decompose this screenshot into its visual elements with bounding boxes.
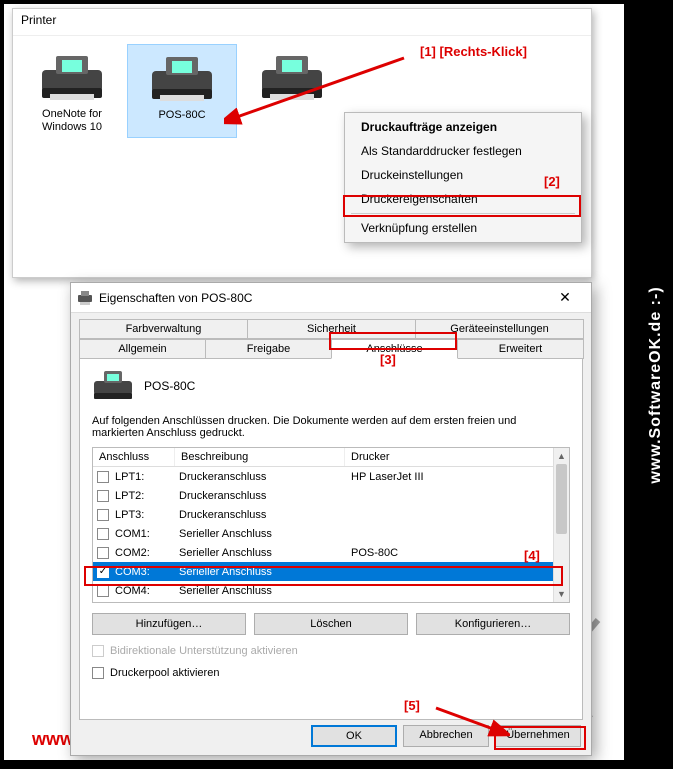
dialog-title: Eigenschaften von POS-80C xyxy=(99,291,545,305)
port-desc: Druckeranschluss xyxy=(179,509,351,521)
printer-name-text: POS-80C xyxy=(144,379,195,393)
menu-show-jobs[interactable]: Druckaufträge anzeigen xyxy=(347,115,579,139)
cancel-button[interactable]: Abbrechen xyxy=(403,725,489,747)
port-name: LPT3: xyxy=(115,509,179,521)
menu-separator xyxy=(351,213,575,214)
port-checkbox[interactable] xyxy=(97,471,109,483)
delete-port-button[interactable]: Löschen xyxy=(254,613,408,635)
port-name: LPT1: xyxy=(115,471,179,483)
port-desc: Druckeranschluss xyxy=(179,490,351,502)
properties-dialog: Eigenschaften von POS-80C ✕ Farbverwaltu… xyxy=(70,282,592,756)
port-name: LPT2: xyxy=(115,490,179,502)
port-desc: Serieller Anschluss xyxy=(179,547,351,559)
col-port[interactable]: Anschluss xyxy=(93,448,175,466)
port-printer: HP LaserJet III xyxy=(351,471,569,483)
printer-item-pos80c[interactable]: POS-80C xyxy=(127,44,237,138)
printer-item-generic[interactable] xyxy=(237,44,347,138)
scroll-down[interactable]: ▼ xyxy=(554,586,569,602)
tab-color[interactable]: Farbverwaltung xyxy=(79,319,248,339)
col-desc[interactable]: Beschreibung xyxy=(175,448,345,466)
annotation-4: [4] xyxy=(524,548,540,563)
annotation-2: [2] xyxy=(544,174,560,189)
bidi-label: Bidirektionale Unterstützung aktivieren xyxy=(110,645,298,657)
port-row[interactable]: LPT1:DruckeranschlussHP LaserJet III xyxy=(93,467,569,486)
port-name: COM2: xyxy=(115,547,179,559)
pool-label: Druckerpool aktivieren xyxy=(110,667,219,679)
menu-set-default[interactable]: Als Standarddrucker festlegen xyxy=(347,139,579,163)
printer-icon xyxy=(256,48,328,104)
tab-security[interactable]: Sicherheit xyxy=(247,319,416,339)
port-row[interactable]: COM4:Serieller Anschluss xyxy=(93,581,569,600)
apply-button[interactable]: Übernehmen xyxy=(495,725,581,747)
menu-create-shortcut[interactable]: Verknüpfung erstellen xyxy=(347,216,579,240)
tab-general[interactable]: Allgemein xyxy=(79,339,206,359)
tab-body: POS-80C Auf folgenden Anschlüssen drucke… xyxy=(79,358,583,720)
bidi-checkbox xyxy=(92,645,104,657)
scroll-thumb[interactable] xyxy=(556,464,567,534)
printer-icon xyxy=(92,369,134,403)
titlebar: Eigenschaften von POS-80C ✕ xyxy=(71,283,591,313)
port-checkbox[interactable] xyxy=(97,585,109,597)
port-name: COM3: xyxy=(115,566,179,578)
scrollbar[interactable]: ▲ ▼ xyxy=(553,448,569,602)
port-checkbox[interactable] xyxy=(97,509,109,521)
port-name: COM4: xyxy=(115,585,179,597)
printer-small-icon xyxy=(77,290,93,306)
port-row[interactable]: COM3:Serieller Anschluss xyxy=(93,562,569,581)
port-list: Anschluss Beschreibung Drucker LPT1:Druc… xyxy=(92,447,570,603)
port-checkbox[interactable] xyxy=(97,566,109,578)
printer-icon xyxy=(36,48,108,104)
ports-desc: Auf folgenden Anschlüssen drucken. Die D… xyxy=(92,415,570,439)
port-checkbox[interactable] xyxy=(97,528,109,540)
watermark-vertical: www.SoftwareOK.de :-) xyxy=(647,286,665,483)
pool-checkbox[interactable] xyxy=(92,667,104,679)
port-checkbox[interactable] xyxy=(97,490,109,502)
port-row[interactable]: COM2:Serieller AnschlussPOS-80C xyxy=(93,543,569,562)
section-printer-header: Printer xyxy=(13,9,591,36)
printer-label: OneNote for Windows 10 xyxy=(21,108,123,134)
ok-button[interactable]: OK xyxy=(311,725,397,747)
tab-strip: Farbverwaltung Sicherheit Geräteeinstell… xyxy=(71,313,591,359)
port-row[interactable]: LPT3:Druckeranschluss xyxy=(93,505,569,524)
port-checkbox[interactable] xyxy=(97,547,109,559)
content-area: Printer OneNote for Windows 10 xyxy=(4,4,624,760)
port-desc: Druckeranschluss xyxy=(179,471,351,483)
port-row[interactable]: LPT2:Druckeranschluss xyxy=(93,486,569,505)
configure-port-button[interactable]: Konfigurieren… xyxy=(416,613,570,635)
port-desc: Serieller Anschluss xyxy=(179,528,351,540)
annotation-5: [5] xyxy=(404,698,420,713)
printer-item-onenote[interactable]: OneNote for Windows 10 xyxy=(17,44,127,138)
tab-device[interactable]: Geräteeinstellungen xyxy=(415,319,584,339)
menu-printer-properties[interactable]: Druckereigenschaften xyxy=(347,187,579,211)
annotation-1: [1] [Rechts-Klick] xyxy=(420,44,527,59)
scroll-up[interactable]: ▲ xyxy=(554,448,569,464)
tab-advanced[interactable]: Erweitert xyxy=(457,339,584,359)
list-header: Anschluss Beschreibung Drucker xyxy=(93,448,569,467)
tab-sharing[interactable]: Freigabe xyxy=(205,339,332,359)
printer-icon xyxy=(146,49,218,105)
port-name: COM1: xyxy=(115,528,179,540)
close-button[interactable]: ✕ xyxy=(545,284,585,312)
col-printer[interactable]: Drucker xyxy=(345,448,569,466)
port-desc: Serieller Anschluss xyxy=(179,585,351,597)
add-port-button[interactable]: Hinzufügen… xyxy=(92,613,246,635)
port-desc: Serieller Anschluss xyxy=(179,566,351,578)
port-row[interactable]: COM1:Serieller Anschluss xyxy=(93,524,569,543)
printer-label: POS-80C xyxy=(132,109,232,122)
annotation-3: [3] xyxy=(380,352,396,367)
